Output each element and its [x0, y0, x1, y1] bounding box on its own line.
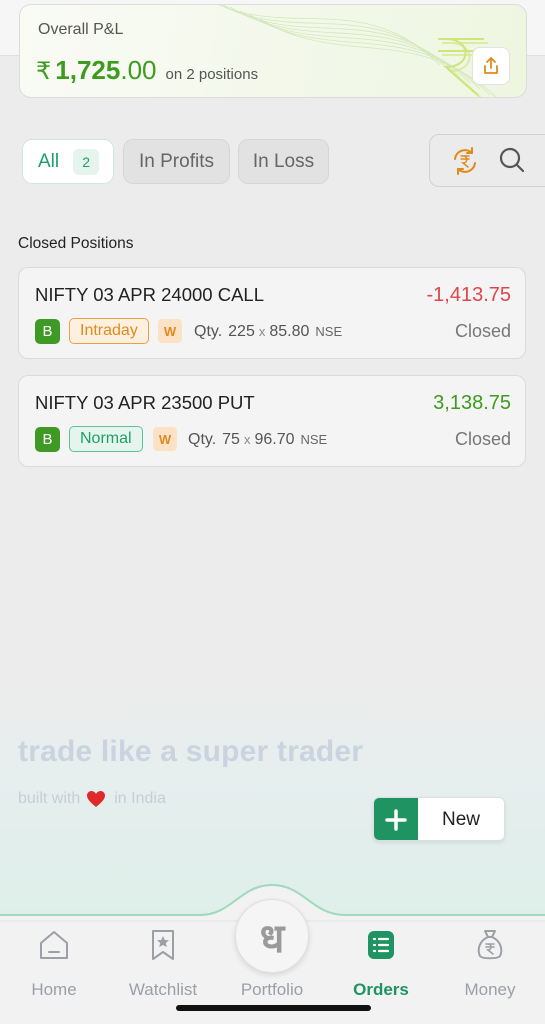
nav-orders-label: Orders: [353, 980, 409, 999]
position-pnl: -1,413.75: [426, 284, 511, 306]
product-badge: Intraday: [69, 318, 149, 344]
nav-money-label: Money: [464, 980, 516, 999]
portfolio-spacer: [255, 928, 289, 962]
nav-money[interactable]: Money: [440, 928, 540, 1000]
position-status: Closed: [454, 429, 511, 449]
search-icon[interactable]: [498, 146, 526, 174]
position-name: NIFTY 03 APR 24000 CALL: [35, 284, 264, 305]
home-icon: [40, 931, 68, 959]
exchange-label: NSE: [315, 324, 343, 339]
orders-list-icon: [368, 931, 394, 959]
filter-chip-all[interactable]: All 2: [22, 139, 114, 184]
share-icon: [484, 57, 498, 74]
brand-tagline: trade like a super trader: [18, 735, 364, 768]
qty-label: Qty.: [194, 323, 223, 340]
pnl-positions-count: on 2 positions: [165, 66, 259, 83]
avg-price: 96.70: [254, 431, 295, 448]
qty-label: Qty.: [188, 431, 217, 448]
plus-icon: [385, 809, 407, 831]
pnl-label: Overall P&L: [38, 21, 124, 38]
money-bag-icon: [477, 930, 503, 960]
side-badge: B: [35, 427, 60, 452]
nav-portfolio-label: Portfolio: [240, 980, 304, 999]
nav-orders[interactable]: Orders: [331, 928, 431, 1000]
position-pnl: 3,138.75: [433, 392, 511, 414]
nav-home[interactable]: Home: [4, 928, 104, 1000]
filter-chip-profits-label: In Profits: [139, 150, 214, 172]
new-button-label: New: [442, 809, 481, 830]
position-status: Closed: [454, 321, 511, 341]
position-qty: Qty. 225 x 85.80 NSE: [194, 323, 342, 341]
position-card[interactable]: NIFTY 03 APR 23500 PUT 3,138.75 B Normal…: [18, 375, 526, 467]
filter-chip-all-label: All: [38, 150, 60, 172]
tools-group: [429, 134, 545, 187]
position-name: NIFTY 03 APR 23500 PUT: [35, 392, 255, 413]
side-badge: B: [35, 319, 60, 344]
currency-symbol: ₹: [36, 58, 52, 85]
share-button[interactable]: [472, 47, 510, 85]
filter-chip-in-loss[interactable]: In Loss: [238, 139, 329, 184]
weekly-badge: W: [153, 427, 177, 451]
new-order-button[interactable]: New: [373, 797, 505, 841]
home-indicator: [176, 1005, 371, 1011]
qty-times: x: [258, 324, 266, 339]
pnl-value: ₹ 1,725 .00 on 2 positions: [36, 55, 258, 86]
position-card[interactable]: NIFTY 03 APR 24000 CALL -1,413.75 B Intr…: [18, 267, 526, 359]
product-badge: Normal: [69, 426, 143, 452]
filter-count-badge: 2: [73, 148, 100, 175]
overall-pnl-card[interactable]: Overall P&L ₹ 1,725 .00 on 2 positions: [19, 4, 527, 98]
filter-chip-loss-label: In Loss: [252, 150, 315, 172]
qty-times: x: [243, 432, 251, 447]
qty-value: 75: [222, 431, 240, 448]
filter-chip-in-profits[interactable]: In Profits: [123, 139, 230, 184]
qty-value: 225: [228, 323, 255, 340]
refresh-rupee-icon[interactable]: [450, 147, 480, 175]
pnl-value-decimal: .00: [120, 55, 157, 85]
position-qty: Qty. 75 x 96.70 NSE: [188, 431, 327, 449]
pnl-value-integer: 1,725: [55, 55, 121, 85]
exchange-label: NSE: [300, 432, 328, 447]
heart-icon: [87, 791, 106, 807]
bookmark-star-icon: [152, 930, 174, 960]
avg-price: 85.80: [269, 323, 310, 340]
nav-watchlist[interactable]: Watchlist: [113, 928, 213, 1000]
nav-home-label: Home: [31, 980, 77, 999]
built-suffix: in India: [114, 790, 166, 807]
built-prefix: built with: [18, 790, 81, 807]
weekly-badge: W: [158, 319, 182, 343]
nav-portfolio[interactable]: Portfolio: [222, 928, 322, 1000]
section-title: Closed Positions: [18, 235, 134, 252]
nav-watchlist-label: Watchlist: [128, 980, 198, 999]
plus-icon-box: [374, 798, 418, 840]
built-in-india: built with in India: [18, 790, 166, 808]
